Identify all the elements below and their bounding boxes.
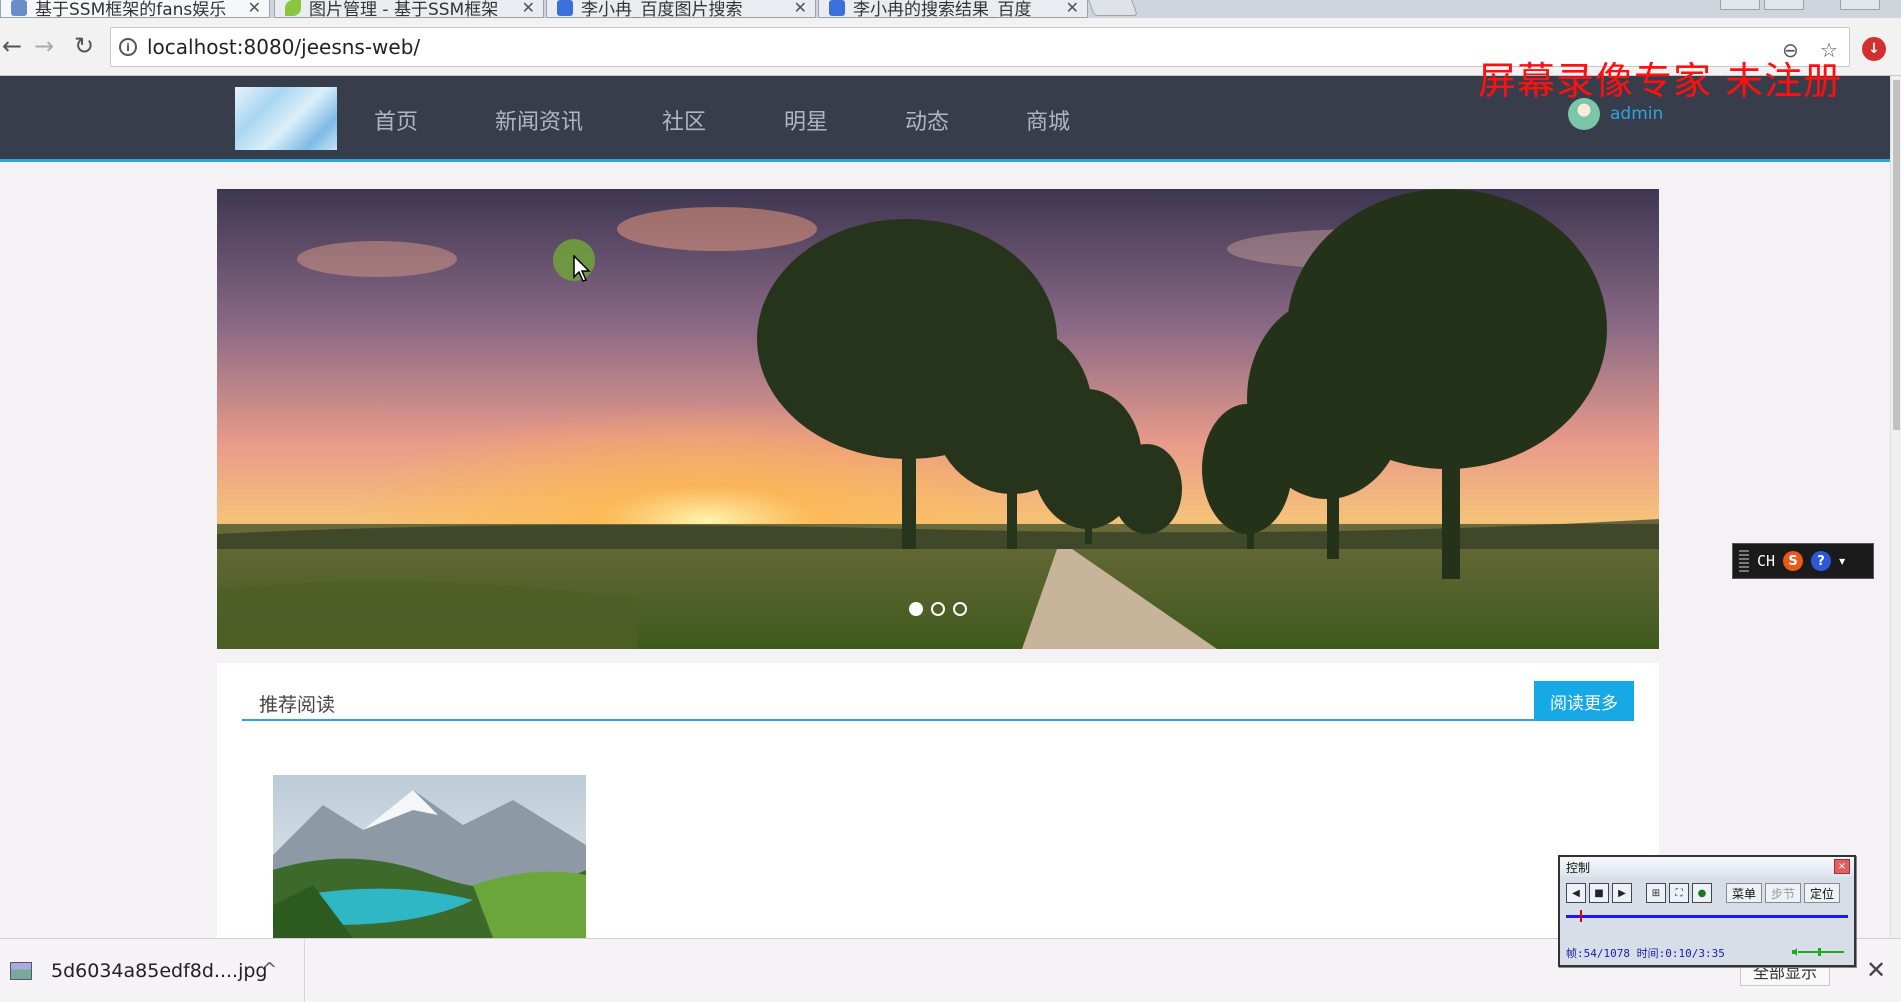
forward-icon[interactable]: ▶: [1612, 883, 1632, 903]
step-button[interactable]: 步节: [1765, 883, 1802, 903]
carousel-dot[interactable]: [931, 602, 945, 616]
recorder-timeline[interactable]: [1566, 910, 1848, 923]
carousel-pager: [909, 602, 967, 616]
section-header: 推荐阅读 阅读更多: [242, 681, 1634, 721]
page-scrollbar[interactable]: [1890, 76, 1901, 938]
recorder-titlebar[interactable]: 控制 ×: [1560, 857, 1854, 877]
close-icon[interactable]: ✕: [1866, 956, 1886, 984]
close-icon[interactable]: ×: [1834, 859, 1850, 874]
recorder-control-panel[interactable]: 控制 × ◀ ■ ▶ ⊞ ⛶ ● 菜单 步节 定位 帧:54/1078 时间:0…: [1558, 855, 1856, 967]
baidu-paw-icon: [557, 0, 573, 16]
section-title: 推荐阅读: [259, 694, 336, 716]
locate-button[interactable]: 定位: [1804, 883, 1841, 903]
tab-close-icon[interactable]: ✕: [1066, 0, 1079, 17]
minimize-button[interactable]: [1720, 0, 1760, 10]
mountain-lake-image: [273, 775, 586, 938]
new-tab-button[interactable]: [1085, 0, 1139, 16]
tab-title: 李小冉的搜索结果_百度: [853, 0, 1032, 18]
volume-slider[interactable]: [1792, 948, 1846, 956]
baidu-paw-icon: [829, 0, 845, 16]
browser-tab-strip: 基于SSM框架的fans娱乐 ✕ 图片管理 - 基于SSM框架 ✕ 李小冉_百度…: [0, 0, 1901, 18]
banner-carousel[interactable]: [217, 189, 1659, 649]
fit-window-icon[interactable]: ⊞: [1646, 883, 1666, 903]
nav-stars[interactable]: 明星: [784, 104, 828, 136]
recommended-section: 推荐阅读 阅读更多: [217, 663, 1659, 938]
carousel-dot[interactable]: [953, 602, 967, 616]
tab-close-icon[interactable]: ✕: [248, 0, 261, 17]
ime-menu-icon[interactable]: ▾: [1839, 554, 1845, 568]
rewind-icon[interactable]: ◀: [1566, 883, 1586, 903]
pointer-icon[interactable]: ●: [1692, 883, 1712, 903]
extension-download-icon[interactable]: ↓: [1862, 37, 1886, 61]
site-logo[interactable]: [235, 87, 337, 150]
recorder-status: 帧:54/1078 时间:0:10/3:35: [1566, 947, 1725, 960]
nav-community[interactable]: 社区: [662, 104, 706, 136]
tab-close-icon[interactable]: ✕: [794, 0, 807, 17]
tab-title: 图片管理 - 基于SSM框架: [309, 0, 499, 18]
image-file-icon: [10, 962, 32, 980]
reload-icon[interactable]: ↻: [68, 30, 100, 62]
tab-image-management[interactable]: 图片管理 - 基于SSM框架 ✕: [274, 0, 544, 18]
tab-title: 李小冉_百度图片搜索: [581, 0, 743, 18]
tab-close-icon[interactable]: ✕: [522, 0, 535, 17]
tab-baidu-image-search[interactable]: 李小冉_百度图片搜索 ✕: [546, 0, 816, 18]
download-item[interactable]: 5d6034a85edf8d....jpg ^: [0, 939, 305, 1002]
timeline-track[interactable]: [1566, 915, 1848, 918]
drag-handle-icon[interactable]: [1739, 550, 1749, 572]
scrollbar-thumb[interactable]: [1893, 80, 1900, 430]
back-arrow-icon[interactable]: ←: [0, 30, 28, 62]
info-icon[interactable]: i: [119, 38, 137, 56]
tab-title: 基于SSM框架的fans娱乐: [35, 0, 227, 18]
nav-news[interactable]: 新闻资讯: [495, 104, 583, 136]
banner-image: [217, 189, 1659, 649]
article-thumbnail[interactable]: [273, 775, 586, 938]
read-more-button[interactable]: 阅读更多: [1534, 681, 1634, 721]
ime-language-indicator[interactable]: CH: [1757, 552, 1775, 570]
nav-home[interactable]: 首页: [374, 104, 418, 136]
chevron-up-icon[interactable]: ^: [262, 959, 277, 980]
recorder-buttons: ◀ ■ ▶ ⊞ ⛶ ● 菜单 步节 定位: [1560, 877, 1854, 903]
address-url[interactable]: localhost:8080/jeesns-web/: [147, 35, 420, 59]
forward-arrow-icon[interactable]: →: [28, 30, 60, 62]
ime-toolbar[interactable]: CH S ? ▾: [1732, 543, 1874, 579]
download-filename[interactable]: 5d6034a85edf8d....jpg: [51, 960, 267, 982]
recorder-watermark: 屏幕录像专家 未注册: [1478, 59, 1843, 103]
menu-button[interactable]: 菜单: [1726, 883, 1763, 903]
recorder-title: 控制: [1566, 861, 1591, 875]
maximize-button[interactable]: [1764, 0, 1804, 10]
stop-icon[interactable]: ■: [1589, 883, 1609, 903]
tab-fans-site[interactable]: 基于SSM框架的fans娱乐 ✕: [0, 0, 270, 18]
tab-baidu-search-results[interactable]: 李小冉的搜索结果_百度 ✕: [818, 0, 1088, 18]
sogou-logo-icon[interactable]: S: [1783, 551, 1804, 571]
nav-mall[interactable]: 商城: [1026, 104, 1070, 136]
mouse-pointer-icon: [573, 255, 591, 282]
nav-activity[interactable]: 动态: [905, 104, 949, 136]
playhead-marker[interactable]: [1580, 910, 1582, 922]
fullscreen-icon[interactable]: ⛶: [1669, 883, 1689, 903]
help-icon[interactable]: ?: [1811, 551, 1832, 571]
leaf-favicon-icon: [285, 0, 301, 16]
site-favicon-icon: [11, 0, 27, 16]
window-close-button[interactable]: [1840, 0, 1880, 10]
carousel-dot[interactable]: [909, 602, 923, 616]
user-name[interactable]: admin: [1610, 104, 1663, 124]
